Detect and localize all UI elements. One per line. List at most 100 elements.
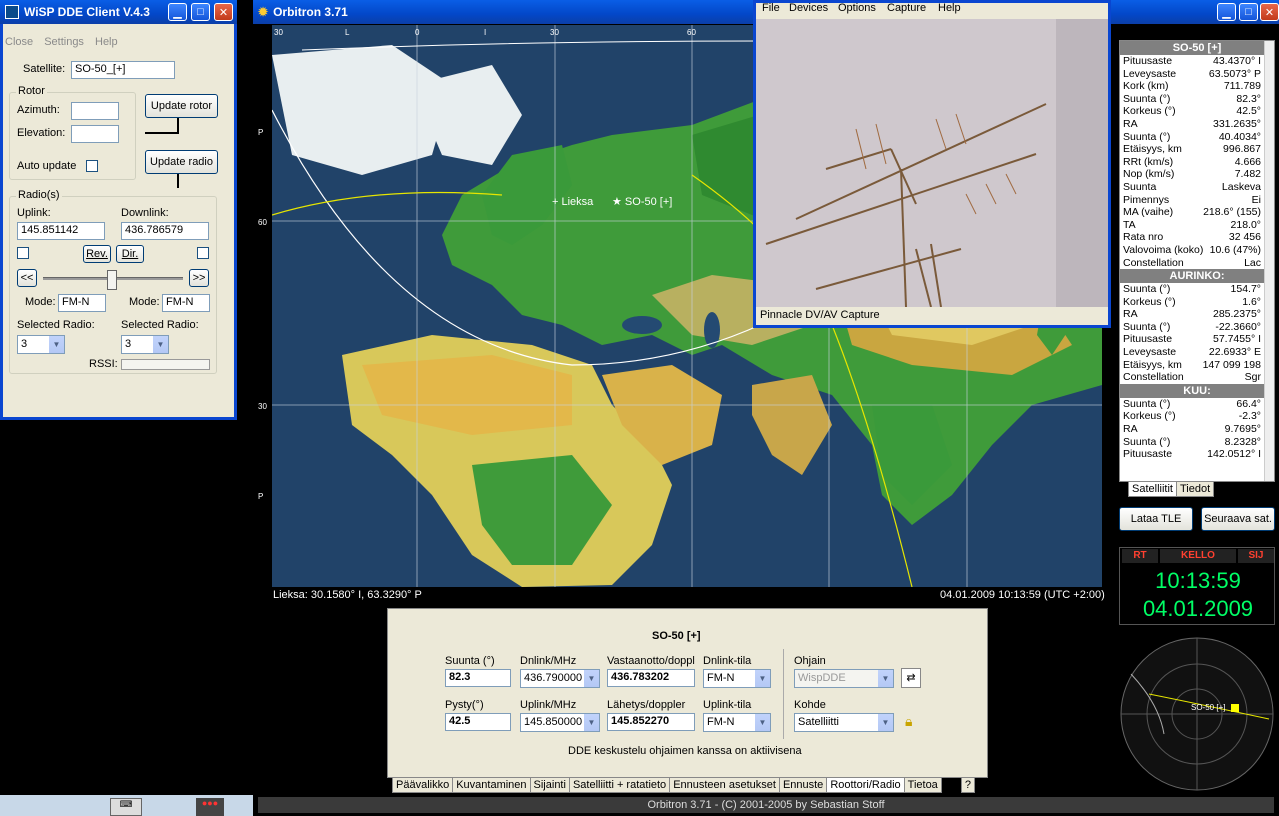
- mode-right-field[interactable]: FM-N: [162, 294, 210, 312]
- maximize-icon[interactable]: □: [1239, 3, 1258, 21]
- seuraava-sat-button[interactable]: Seuraava sat.: [1201, 507, 1275, 531]
- info-row: RRt (km/s) 4.666: [1120, 156, 1274, 169]
- tune-right-button[interactable]: >>: [189, 269, 209, 287]
- info-row-label: RA: [1123, 117, 1138, 130]
- clock-rt[interactable]: RT: [1122, 549, 1158, 563]
- tab-satelliitit[interactable]: Satelliitit: [1128, 482, 1177, 497]
- info-row-label: RA: [1123, 423, 1138, 436]
- menu-settings[interactable]: Settings: [44, 36, 84, 48]
- chevron-down-icon[interactable]: ▼: [878, 714, 893, 731]
- chevron-down-icon[interactable]: ▼: [584, 670, 599, 687]
- vastaanotto-label: Vastaanotto/doppl: [607, 655, 695, 667]
- tune-left-button[interactable]: <<: [17, 269, 37, 287]
- capture-status: Pinnacle DV/AV Capture: [760, 309, 880, 321]
- uplink-select[interactable]: 145.850000 ▼: [520, 713, 600, 732]
- selected-radio-right[interactable]: 3 ▼: [121, 335, 169, 354]
- auto-update-checkbox[interactable]: [86, 160, 98, 172]
- selected-radio-left[interactable]: 3 ▼: [17, 335, 65, 354]
- menu-options[interactable]: Options: [838, 2, 876, 14]
- info-row-value: 40.4034°: [1218, 130, 1261, 143]
- dnlink-tila-select[interactable]: FM-N ▼: [703, 669, 771, 688]
- ohjain-label: Ohjain: [794, 655, 826, 667]
- lataa-tle-button[interactable]: Lataa TLE: [1119, 507, 1193, 531]
- tab-sijainti[interactable]: Sijainti: [529, 778, 570, 793]
- info-row-value: 7.482: [1234, 168, 1261, 181]
- downlink-checkbox[interactable]: [197, 247, 209, 259]
- update-radio-button[interactable]: Update radio: [145, 150, 218, 174]
- suunta-field[interactable]: 82.3: [445, 669, 511, 687]
- desktop-network-icon[interactable]: ⌨: [110, 798, 142, 816]
- satellite-marker[interactable]: ★ SO-50 [+]: [612, 195, 672, 208]
- tab-roottori-radio[interactable]: Roottori/Radio: [826, 778, 905, 793]
- close-icon[interactable]: ✕: [214, 3, 233, 21]
- lock-icon[interactable]: 🔒︎: [905, 713, 912, 730]
- dnlink-select[interactable]: 436.790000 ▼: [520, 669, 600, 688]
- tab-ennusteen-asetukset[interactable]: Ennusteen asetukset: [669, 778, 780, 793]
- info-row-label: Suunta (°): [1123, 320, 1171, 333]
- mode-right-label: Mode:: [129, 296, 160, 308]
- uplink-tila-select[interactable]: FM-N ▼: [703, 713, 771, 732]
- chevron-down-icon[interactable]: ▼: [584, 714, 599, 731]
- rotor-label: Rotor: [16, 85, 47, 97]
- map-left-axis: P 60 30 P: [258, 128, 267, 501]
- downlink-field[interactable]: 436.786579: [121, 222, 209, 240]
- clock-kello[interactable]: KELLO: [1160, 549, 1236, 563]
- rev-button[interactable]: Rev.: [83, 245, 111, 263]
- azimuth-field[interactable]: [71, 102, 119, 120]
- satellite-field[interactable]: SO-50_[+]: [71, 61, 175, 79]
- driver-settings-icon[interactable]: ⇄: [901, 668, 921, 688]
- uplink-checkbox[interactable]: [17, 247, 29, 259]
- chevron-down-icon[interactable]: ▼: [878, 670, 893, 687]
- sky-radar[interactable]: SO-50 [+]: [1119, 634, 1275, 794]
- minimize-icon[interactable]: ▁: [1217, 3, 1236, 21]
- menu-file[interactable]: File: [762, 2, 780, 14]
- menu-capture[interactable]: Capture: [887, 2, 926, 14]
- info-row: Constellation Lac: [1120, 257, 1274, 270]
- update-rotor-button[interactable]: Update rotor: [145, 94, 218, 118]
- info-row-value: 154.7°: [1230, 283, 1261, 296]
- info-row-label: Korkeus (°): [1123, 105, 1176, 118]
- chevron-down-icon[interactable]: ▼: [153, 336, 168, 353]
- menu-close[interactable]: Close: [5, 36, 33, 48]
- info-row-value: 147 099 198: [1202, 358, 1261, 371]
- info-row: Suunta Laskeva: [1120, 181, 1274, 194]
- mode-left-field[interactable]: FM-N: [58, 294, 106, 312]
- tuning-slider-thumb[interactable]: [107, 270, 117, 290]
- chevron-down-icon[interactable]: ▼: [755, 714, 770, 731]
- maximize-icon[interactable]: □: [191, 3, 210, 21]
- dir-button[interactable]: Dir.: [116, 245, 144, 263]
- radar-graphic: [1120, 637, 1274, 791]
- info-row-value: 711.789: [1223, 80, 1261, 93]
- tab-help[interactable]: ?: [960, 778, 975, 793]
- elevation-field[interactable]: [71, 125, 119, 143]
- info-row: Suunta (°) -22.3660°: [1120, 321, 1274, 334]
- lahetys-field[interactable]: 145.852270: [607, 713, 695, 731]
- info-row: TA 218.0°: [1120, 219, 1274, 232]
- kohde-select[interactable]: Satelliitti ▼: [794, 713, 894, 732]
- info-row-value: 8.2328°: [1224, 435, 1261, 448]
- tab-satelliitti[interactable]: Satelliitti + ratatieto: [568, 778, 671, 793]
- tab-ennuste[interactable]: Ennuste: [778, 778, 828, 793]
- vastaanotto-field[interactable]: 436.783202: [607, 669, 695, 687]
- uplink-field[interactable]: 145.851142: [17, 222, 105, 240]
- wisp-app-icon: [5, 5, 19, 19]
- info-row-value: 996.867: [1223, 143, 1261, 156]
- ohjain-select[interactable]: WispDDE ▼: [794, 669, 894, 688]
- info-row-label: Constellation: [1123, 256, 1184, 269]
- menu-devices[interactable]: Devices: [789, 2, 828, 14]
- chevron-down-icon[interactable]: ▼: [49, 336, 64, 353]
- desktop-traffic-icon[interactable]: ●●●: [196, 798, 224, 816]
- tab-paavalikko[interactable]: Päävalikko: [392, 778, 454, 793]
- info-row-value: Laskeva: [1221, 180, 1261, 193]
- pysty-field[interactable]: 42.5: [445, 713, 511, 731]
- tab-kuvantaminen[interactable]: Kuvantaminen: [452, 778, 531, 793]
- minimize-icon[interactable]: ▁: [168, 3, 187, 21]
- tab-tietoa[interactable]: Tietoa: [903, 778, 942, 793]
- tab-tiedot[interactable]: Tiedot: [1175, 482, 1215, 497]
- info-scrollbar[interactable]: [1264, 41, 1274, 481]
- close-icon[interactable]: ✕: [1260, 3, 1279, 21]
- clock-sij[interactable]: SIJ: [1238, 549, 1274, 563]
- menu-help[interactable]: Help: [938, 2, 961, 14]
- chevron-down-icon[interactable]: ▼: [755, 670, 770, 687]
- menu-help[interactable]: Help: [95, 36, 118, 48]
